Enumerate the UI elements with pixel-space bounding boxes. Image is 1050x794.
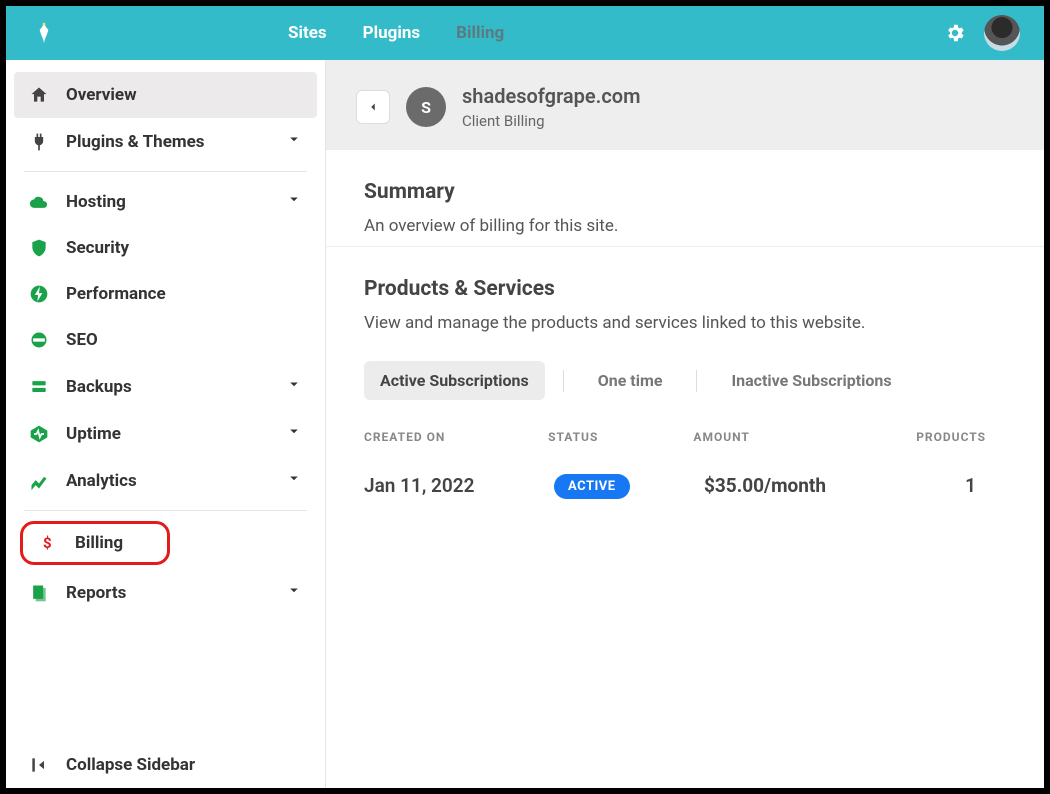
site-initial-badge: S xyxy=(406,87,446,127)
sidebar-label: Uptime xyxy=(66,424,121,444)
sidebar-item-analytics[interactable]: Analytics xyxy=(6,457,325,504)
topnav-sites[interactable]: Sites xyxy=(288,23,327,43)
backups-icon xyxy=(28,376,50,398)
tab-active-subs[interactable]: Active Subscriptions xyxy=(364,361,545,400)
sidebar-label: Billing xyxy=(75,533,123,553)
chevron-down-icon xyxy=(285,469,303,492)
sidebar-label: Collapse Sidebar xyxy=(66,755,195,775)
sidebar-item-performance[interactable]: Performance xyxy=(6,271,325,317)
summary-section: Summary An overview of billing for this … xyxy=(326,150,1044,246)
cell-products: 1 xyxy=(934,474,1006,497)
main: S shadesofgrape.com Client Billing Summa… xyxy=(326,60,1044,788)
sidebar-item-collapse[interactable]: Collapse Sidebar xyxy=(6,742,325,788)
tab-inactive-subs[interactable]: Inactive Subscriptions xyxy=(715,361,907,400)
col-amount: AMOUNT xyxy=(693,430,916,444)
page-header: S shadesofgrape.com Client Billing xyxy=(326,60,1044,150)
app-logo-icon[interactable] xyxy=(30,19,58,47)
shield-icon xyxy=(28,237,50,259)
collapse-icon xyxy=(28,754,50,776)
cloud-icon xyxy=(28,191,50,213)
chevron-down-icon xyxy=(285,375,303,398)
chevron-down-icon xyxy=(285,190,303,213)
chevron-down-icon xyxy=(285,581,303,604)
sidebar-item-backups[interactable]: Backups xyxy=(6,363,325,410)
sidebar-label: SEO xyxy=(66,330,98,350)
cell-status: ACTIVE xyxy=(554,472,704,499)
chevron-down-icon xyxy=(285,422,303,445)
topbar: Sites Plugins Billing xyxy=(6,6,1044,60)
sidebar: Overview Plugins & Themes Hosting Securi… xyxy=(6,60,326,788)
sidebar-item-plugins-themes[interactable]: Plugins & Themes xyxy=(6,118,325,165)
sidebar-item-overview[interactable]: Overview xyxy=(14,72,317,118)
site-subtitle: Client Billing xyxy=(462,112,640,130)
sidebar-label: Plugins & Themes xyxy=(66,132,205,152)
plug-icon xyxy=(28,131,50,153)
table-header: CREATED ON STATUS AMOUNT PRODUCTS xyxy=(364,424,1006,458)
site-name: shadesofgrape.com xyxy=(462,84,640,108)
summary-heading: Summary xyxy=(364,180,1006,204)
topnav: Sites Plugins Billing xyxy=(288,23,504,43)
sidebar-item-uptime[interactable]: Uptime xyxy=(6,410,325,457)
sidebar-item-seo[interactable]: SEO xyxy=(6,317,325,363)
tab-one-time[interactable]: One time xyxy=(582,361,679,400)
status-badge: ACTIVE xyxy=(554,474,630,499)
sidebar-label: Hosting xyxy=(66,192,126,212)
col-created: CREATED ON xyxy=(364,430,548,444)
col-products: PRODUCTS xyxy=(916,430,1006,444)
products-section: Products & Services View and manage the … xyxy=(326,246,1044,523)
sidebar-item-reports[interactable]: Reports xyxy=(6,569,325,616)
col-status: STATUS xyxy=(548,430,693,444)
table-row[interactable]: Jan 11, 2022 ACTIVE $35.00/month 1 xyxy=(364,458,1006,513)
settings-icon[interactable] xyxy=(944,22,966,44)
reports-icon xyxy=(28,582,50,604)
topnav-plugins[interactable]: Plugins xyxy=(363,23,420,43)
sidebar-label: Analytics xyxy=(66,471,137,491)
sidebar-label: Performance xyxy=(66,284,166,304)
sidebar-item-hosting[interactable]: Hosting xyxy=(6,178,325,225)
home-icon xyxy=(28,84,50,106)
back-button[interactable] xyxy=(356,90,390,124)
cell-amount: $35.00/month xyxy=(704,474,934,497)
products-text: View and manage the products and service… xyxy=(364,313,1006,333)
uptime-icon xyxy=(28,423,50,445)
user-avatar[interactable] xyxy=(984,15,1020,51)
sidebar-item-security[interactable]: Security xyxy=(6,225,325,271)
tab-separator xyxy=(696,370,697,392)
seo-icon xyxy=(28,329,50,351)
sidebar-label: Security xyxy=(66,238,129,258)
svg-text:$: $ xyxy=(43,534,52,552)
sidebar-item-billing[interactable]: $ Billing xyxy=(20,521,170,565)
sidebar-label: Backups xyxy=(66,377,132,397)
products-tabs: Active Subscriptions One time Inactive S… xyxy=(364,361,1006,400)
topnav-billing[interactable]: Billing xyxy=(456,23,504,43)
summary-text: An overview of billing for this site. xyxy=(364,216,1006,236)
bolt-icon xyxy=(28,283,50,305)
analytics-icon xyxy=(28,470,50,492)
cell-created: Jan 11, 2022 xyxy=(364,474,554,497)
sidebar-label: Reports xyxy=(66,583,126,603)
tab-separator xyxy=(563,370,564,392)
sidebar-label: Overview xyxy=(66,85,137,105)
dollar-icon: $ xyxy=(37,532,59,554)
chevron-down-icon xyxy=(285,130,303,153)
products-heading: Products & Services xyxy=(364,277,1006,301)
